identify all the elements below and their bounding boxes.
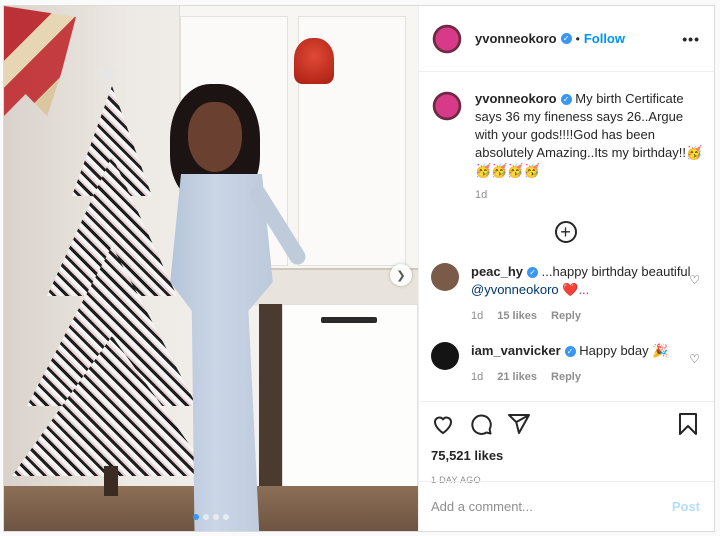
comment-mention[interactable]: @yvonneokoro	[471, 282, 559, 297]
chevron-right-icon[interactable]: ❯	[390, 264, 412, 286]
comment-icon[interactable]	[469, 412, 493, 436]
avatar[interactable]	[431, 342, 459, 370]
caption-text: yvonneokoro ✓ My birth Certificate says 3…	[475, 90, 705, 180]
comment-meta: 1d 21 likes Reply	[471, 371, 691, 383]
likes-count[interactable]: 75,521 likes	[431, 448, 700, 463]
comment-likes[interactable]: 21 likes	[497, 371, 537, 383]
caption: yvonneokoro ✓ My birth Certificate says 3…	[431, 90, 702, 201]
comment-input[interactable]	[431, 499, 672, 514]
heart-icon[interactable]: ♡	[689, 273, 700, 287]
comment-text: peac_hy ✓ ...happy birthday beautiful @yv…	[471, 263, 691, 299]
reply-button[interactable]: Reply	[551, 310, 581, 322]
avatar[interactable]	[431, 263, 459, 291]
plus-circle-icon[interactable]: +	[554, 221, 577, 243]
comment-time: 1d	[471, 371, 484, 383]
load-more-comments: +	[431, 221, 700, 243]
caption-username[interactable]: yvonneokoro	[475, 91, 557, 106]
verified-icon: ✓	[527, 267, 539, 279]
heart-icon[interactable]	[431, 412, 455, 436]
comment-time: 1d	[471, 310, 484, 322]
header-separator: •	[575, 31, 580, 46]
comment-username[interactable]: iam_vanvicker	[471, 343, 561, 358]
post-comment-button[interactable]: Post	[672, 499, 700, 514]
comment-body: Happy bday 🎉	[579, 343, 669, 358]
post-header: yvonneokoro ✓ • Follow •••	[419, 6, 714, 72]
header-username[interactable]: yvonneokoro	[475, 31, 557, 46]
bookmark-icon[interactable]	[676, 412, 700, 436]
comment-likes[interactable]: 15 likes	[497, 310, 537, 322]
reply-button[interactable]: Reply	[551, 371, 581, 383]
action-icons	[431, 412, 700, 436]
post-actions: 75,521 likes 1 DAY AGO Post	[419, 401, 714, 531]
carousel-dot	[213, 514, 219, 520]
carousel-dots	[4, 514, 418, 520]
comment-item: iam_vanvicker ✓ Happy bday 🎉 1d 21 likes …	[431, 342, 700, 383]
comment-body-end: ❤️...	[558, 282, 590, 297]
avatar[interactable]	[431, 90, 463, 122]
comment-username[interactable]: peac_hy	[471, 264, 523, 279]
caption-time: 1d	[475, 189, 488, 201]
post-sidebar: yvonneokoro ✓ • Follow ••• yvonneokoro ✓ …	[418, 6, 714, 531]
avatar[interactable]	[431, 22, 463, 55]
more-icon[interactable]: •••	[682, 31, 700, 47]
carousel-dot	[193, 514, 199, 520]
verified-icon: ✓	[560, 33, 572, 44]
woman-figure	[154, 84, 309, 531]
carousel-dot	[203, 514, 209, 520]
instagram-post: ❯ yvonneokoro ✓ • Follow ••• yvonneokoro…	[3, 5, 715, 532]
carousel-dot	[223, 514, 229, 520]
post-photo[interactable]: ❯	[4, 6, 418, 531]
share-icon[interactable]	[507, 412, 531, 436]
add-comment-bar: Post	[419, 481, 714, 531]
comment-meta: 1d 15 likes Reply	[471, 310, 691, 322]
comment-text: iam_vanvicker ✓ Happy bday 🎉	[471, 342, 691, 360]
verified-icon: ✓	[560, 94, 572, 106]
christmas-bell-decoration	[294, 38, 334, 84]
comment-body: ...happy birthday beautiful	[541, 264, 691, 279]
heart-icon[interactable]: ♡	[689, 352, 700, 366]
comments-list[interactable]: yvonneokoro ✓ My birth Certificate says 3…	[419, 72, 714, 401]
follow-button[interactable]: Follow	[584, 31, 625, 46]
comment-container: peac_hy ✓ ...happy birthday beautiful @yv…	[431, 263, 700, 401]
verified-icon: ✓	[564, 346, 576, 358]
comment-item: peac_hy ✓ ...happy birthday beautiful @yv…	[431, 263, 700, 322]
